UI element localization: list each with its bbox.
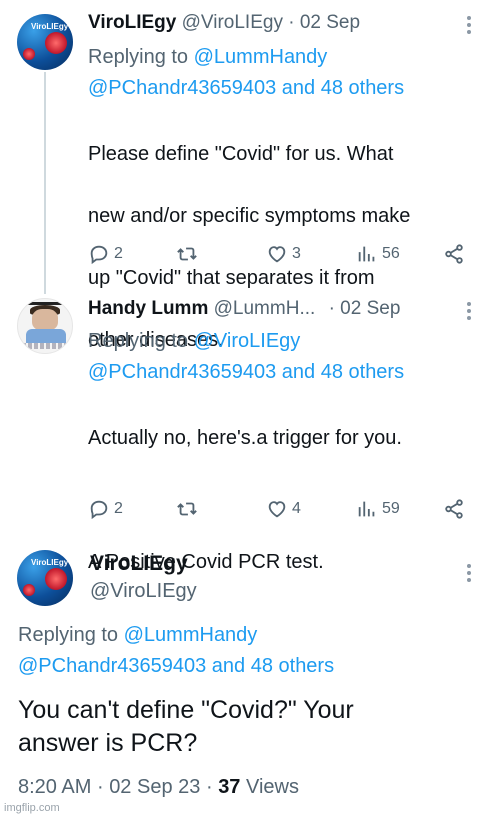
views-icon [358, 501, 375, 517]
views-button[interactable]: 56 [356, 243, 400, 265]
tweet-time[interactable]: 8:20 AM [18, 776, 91, 798]
retweet-icon [177, 247, 197, 261]
avatar-face [32, 309, 58, 331]
tweet-text-line: new and/or specific symptoms make [88, 205, 411, 227]
replying-prefix: Replying to [88, 330, 189, 352]
reply-icon [90, 500, 108, 520]
tweet-date[interactable]: 02 Sep 23 [109, 776, 200, 798]
avatar-shirt [26, 329, 66, 343]
share-button[interactable] [443, 498, 465, 520]
like-button[interactable]: 3 [266, 243, 301, 265]
retweet-icon [177, 502, 197, 516]
like-icon [268, 501, 286, 518]
mention-others-link[interactable]: @PChandr43659403 and 48 others [88, 77, 404, 99]
retweet-button[interactable] [176, 498, 198, 520]
tweet-text-line: Actually no, here's.a trigger for you. [88, 427, 402, 449]
virus-graphic [45, 568, 67, 590]
replying-prefix: Replying to [88, 46, 189, 68]
retweet-button[interactable] [176, 243, 198, 265]
tweet-text-line: answer is PCR? [18, 729, 198, 757]
tweet-text: You can't define "Covid?" Your answer is… [18, 694, 354, 760]
more-icon[interactable] [466, 564, 472, 586]
share-icon [445, 499, 463, 519]
tweet-header: ViroLIEgy @ViroLIEgy · 02 Sep [88, 12, 360, 34]
tweet-date[interactable]: 02 Sep [340, 298, 400, 319]
more-icon[interactable] [466, 302, 472, 324]
mention-link[interactable]: @LummHandy [194, 46, 328, 68]
share-button[interactable] [443, 243, 465, 265]
display-name[interactable]: ViroLIEgy [88, 12, 176, 33]
display-name[interactable]: Handy Lumm [88, 298, 208, 319]
user-handle[interactable]: @ViroLIEgy [182, 12, 283, 33]
tweet-text-line: Please define "Covid" for us. What [88, 143, 394, 165]
reply-button[interactable]: 2 [88, 243, 123, 265]
views-count[interactable]: 37 [218, 776, 240, 798]
replying-to: Replying to @LummHandy @PChandr43659403 … [88, 42, 404, 104]
reply-count: 2 [114, 500, 123, 517]
watermark: imgflip.com [4, 802, 60, 814]
avatar-caption [22, 343, 70, 349]
separator-dot: · [205, 776, 213, 798]
like-count: 3 [292, 245, 301, 262]
action-bar: 2 3 56 [88, 243, 478, 269]
avatar[interactable]: ViroLIEgy [17, 550, 73, 606]
tweet-text-line: You can't define "Covid?" Your [18, 696, 354, 724]
avatar-brand-text: ViroLIEgy [31, 22, 69, 31]
reply-icon [90, 245, 108, 265]
replying-to: Replying to @ViroLIEgy @PChandr43659403 … [88, 326, 404, 388]
user-handle[interactable]: @ViroLIEgy [90, 580, 197, 603]
tweet-header: Handy Lumm @LummH... · 02 Sep [88, 298, 400, 320]
views-button[interactable]: 59 [356, 498, 400, 520]
mention-others-link[interactable]: @PChandr43659403 and 48 others [88, 361, 404, 383]
replying-to: Replying to @LummHandy @PChandr43659403 … [18, 620, 334, 682]
avatar[interactable] [17, 298, 73, 354]
replying-prefix: Replying to [18, 624, 119, 646]
main-tweet[interactable]: ViroLIEgy ViroLIEgy @ViroLIEgy Replying … [0, 540, 500, 810]
like-icon [268, 246, 286, 263]
virus-graphic [23, 584, 35, 596]
mention-others-link[interactable]: @PChandr43659403 and 48 others [18, 655, 334, 677]
views-label: Views [246, 776, 299, 798]
mention-link[interactable]: @LummHandy [124, 624, 258, 646]
action-bar: 2 4 59 [88, 498, 478, 524]
avatar[interactable]: ViroLIEgy [17, 14, 73, 70]
tweet-meta: 8:20 AM · 02 Sep 23 · 37 Views [18, 776, 299, 799]
tweet-1[interactable]: ViroLIEgy ViroLIEgy @ViroLIEgy · 02 Sep … [0, 0, 500, 351]
user-handle[interactable]: @LummH... [214, 298, 316, 319]
avatar-brand-text: ViroLIEgy [31, 558, 69, 567]
reply-count: 2 [114, 245, 123, 262]
separator-dot: · [328, 298, 335, 319]
virus-graphic [23, 48, 35, 60]
virus-graphic [45, 32, 67, 54]
like-button[interactable]: 4 [266, 498, 301, 520]
tweet-date[interactable]: 02 Sep [300, 12, 360, 33]
views-icon [358, 246, 375, 262]
separator-dot: · [288, 12, 295, 33]
views-count: 56 [382, 245, 400, 262]
share-icon [445, 244, 463, 264]
tweet-2[interactable]: Handy Lumm @LummH... · 02 Sep Replying t… [0, 290, 500, 573]
separator-dot: · [96, 776, 104, 798]
mention-link[interactable]: @ViroLIEgy [194, 330, 301, 352]
display-name[interactable]: ViroLIEgy [90, 552, 188, 576]
like-count: 4 [292, 500, 301, 517]
more-icon[interactable] [466, 16, 472, 38]
reply-button[interactable]: 2 [88, 498, 123, 520]
views-count: 59 [382, 500, 400, 517]
